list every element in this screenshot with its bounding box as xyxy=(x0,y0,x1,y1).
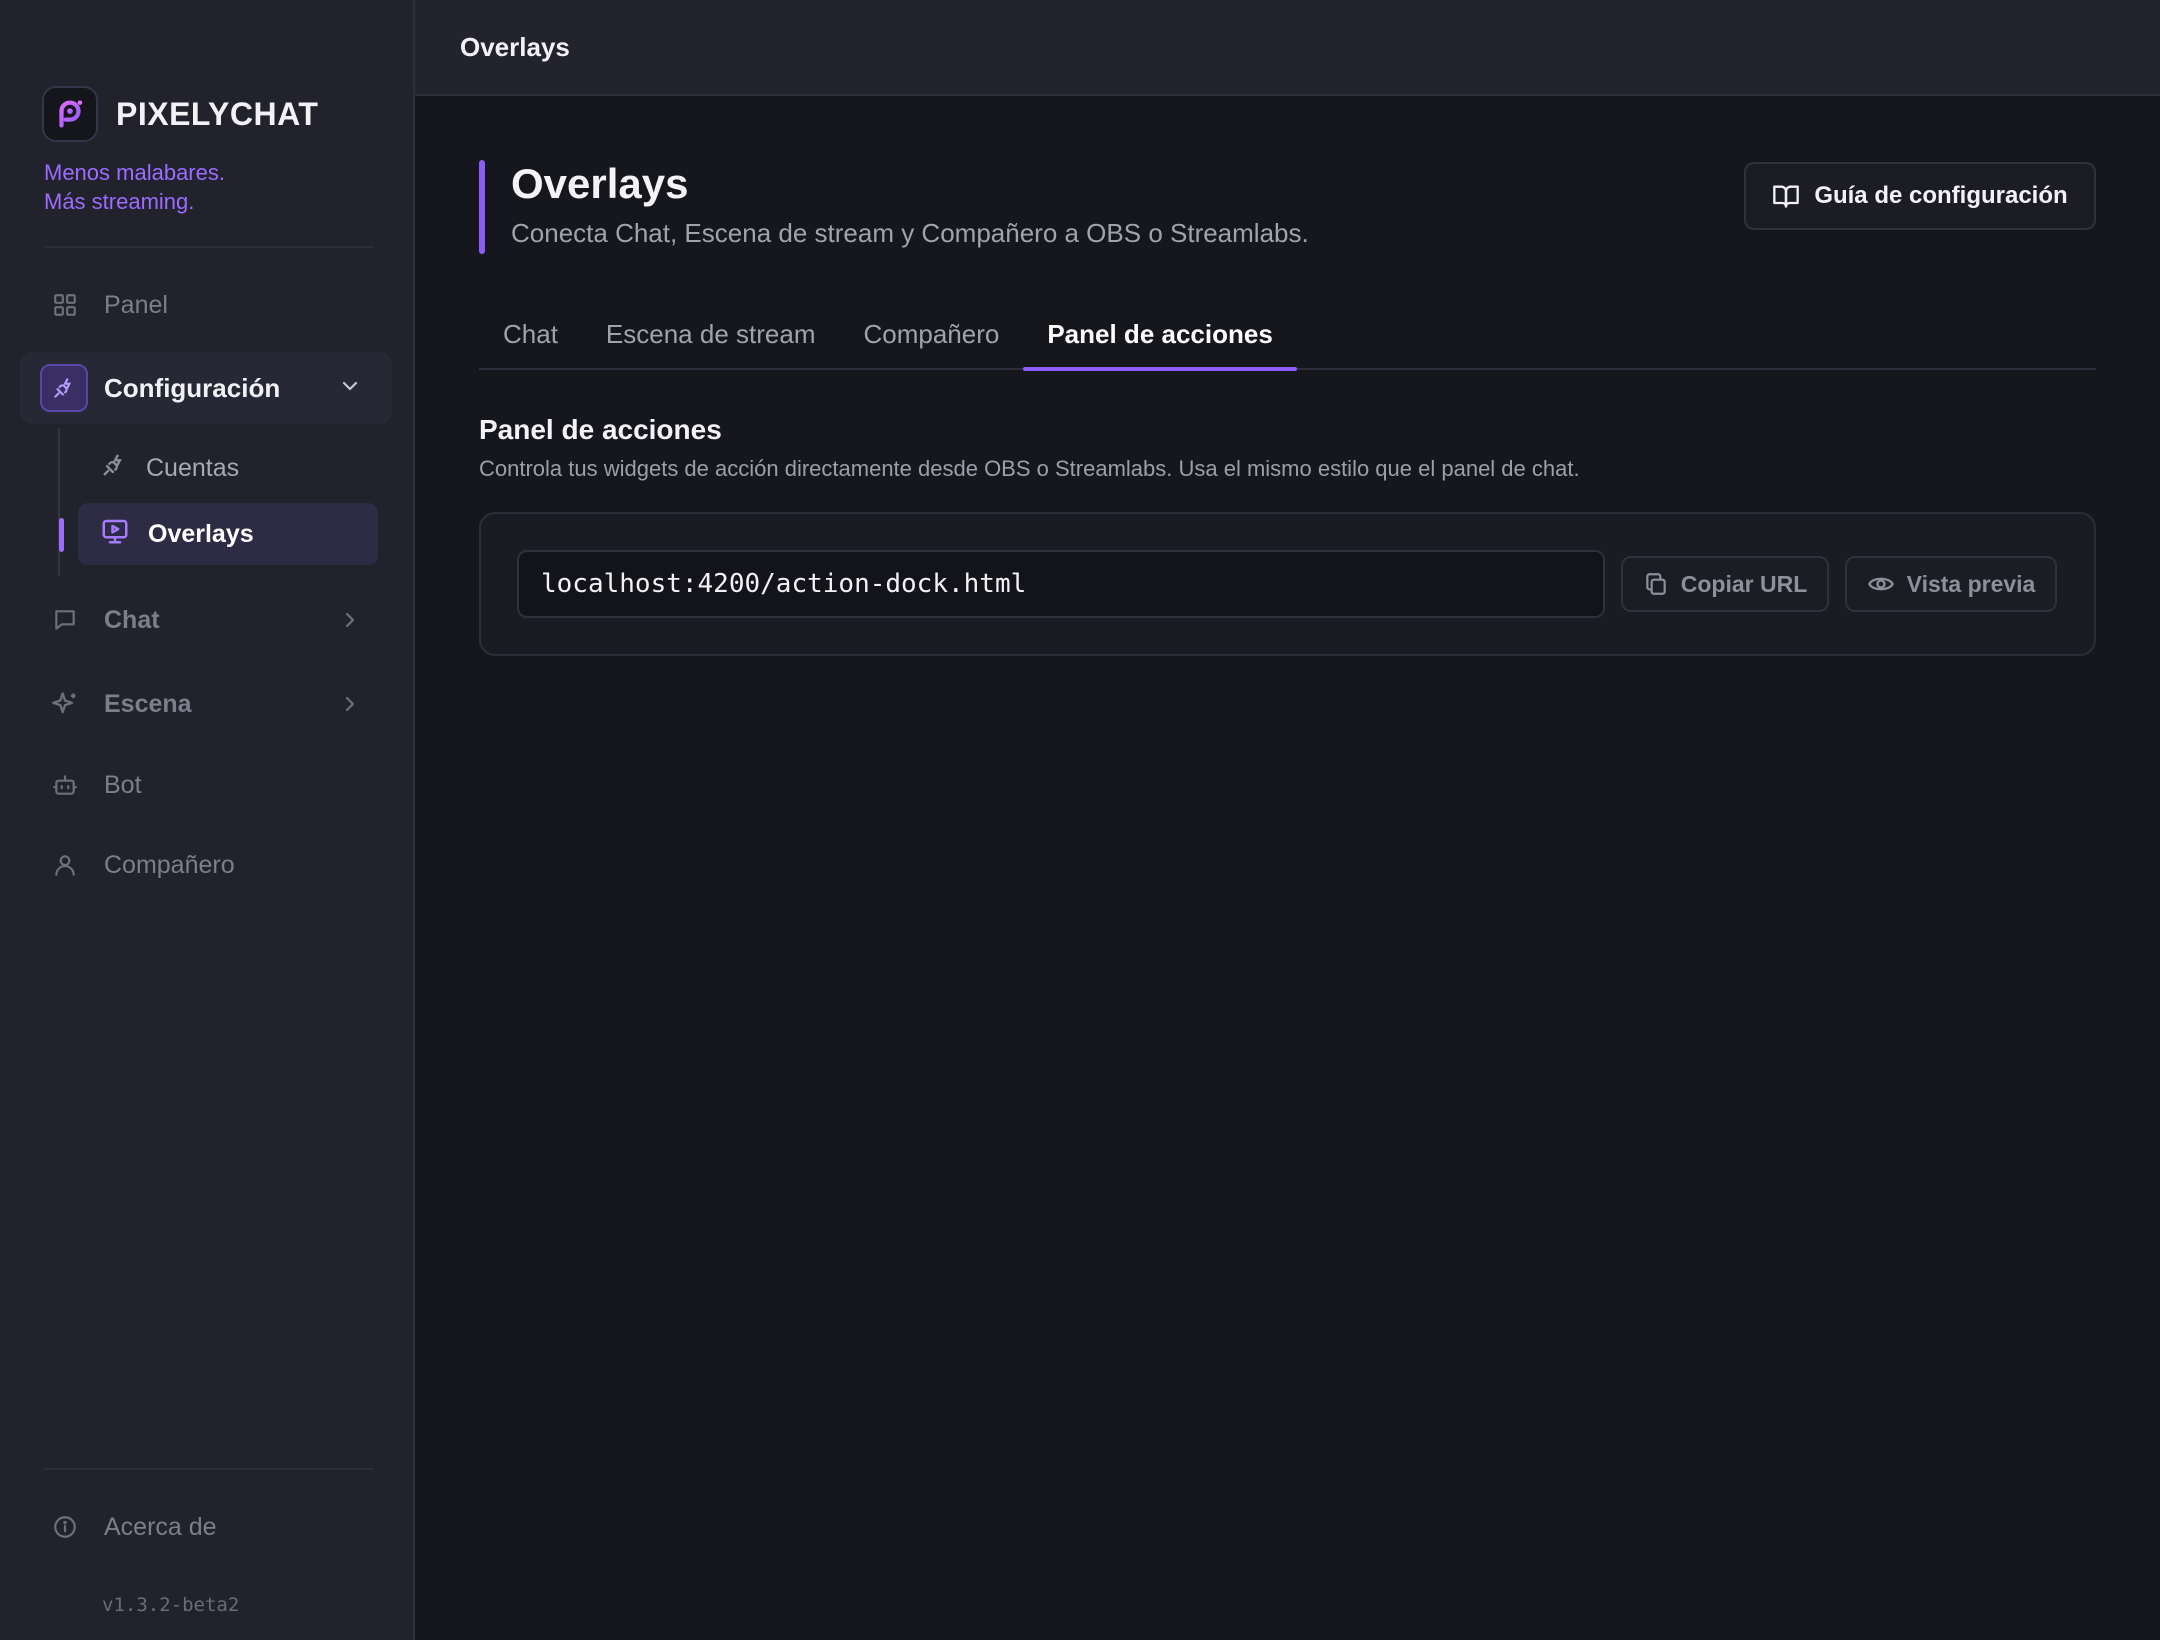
sidebar-item-label: Compañero xyxy=(104,850,235,879)
topbar: Overlays xyxy=(415,0,2160,96)
sidebar-item-label: Panel xyxy=(104,290,168,319)
sidebar-item-label: Chat xyxy=(104,605,160,634)
setup-guide-label: Guía de configuración xyxy=(1814,182,2068,209)
sidebar-divider xyxy=(44,246,374,248)
tagline: Menos malabares. Más streaming. xyxy=(44,158,225,216)
sidebar-item-bot[interactable]: Bot xyxy=(20,751,392,819)
setup-guide-button[interactable]: Guía de configuración xyxy=(1744,162,2096,230)
tab-escena-de-stream[interactable]: Escena de stream xyxy=(582,300,840,368)
preview-button[interactable]: Vista previa xyxy=(1845,556,2057,612)
eye-icon xyxy=(1867,577,1894,591)
section-description: Controla tus widgets de acción directame… xyxy=(479,456,1580,481)
topbar-title: Overlays xyxy=(460,31,570,62)
tab-panel-de-acciones[interactable]: Panel de acciones xyxy=(1023,300,1298,371)
chevron-right-icon xyxy=(345,696,355,712)
sidebar-item-label: Configuración xyxy=(104,372,281,403)
info-icon xyxy=(50,1512,80,1542)
overlay-tabs: Chat Escena de stream Compañero Panel de… xyxy=(479,300,2096,371)
page-subtitle: Conecta Chat, Escena de stream y Compañe… xyxy=(511,218,1309,248)
copy-icon xyxy=(1646,573,1666,595)
app-window: PIXELYCHAT Menos malabares. Más streamin… xyxy=(0,0,2160,1640)
sidebar-item-escena[interactable]: Escena xyxy=(20,670,392,738)
sidebar-item-panel[interactable]: Panel xyxy=(20,271,392,339)
brand[interactable]: PIXELYCHAT xyxy=(42,86,318,142)
brand-name: PIXELYCHAT xyxy=(116,95,319,132)
sidebar-item-label: Bot xyxy=(104,770,142,799)
message-square-icon xyxy=(50,605,80,635)
sidebar-subitem-label: Overlays xyxy=(148,519,254,548)
submenu-guide-line xyxy=(58,428,60,576)
plug-icon xyxy=(100,451,128,486)
pixelychat-logo-icon xyxy=(42,86,98,142)
chevron-down-icon xyxy=(342,381,358,391)
tab-companero[interactable]: Compañero xyxy=(839,300,1023,368)
sidebar-subitem-overlays[interactable]: Overlays xyxy=(78,503,378,565)
sidebar-item-acerca-de[interactable]: Acerca de xyxy=(20,1493,392,1561)
submenu-active-indicator xyxy=(59,518,64,552)
preview-label: Vista previa xyxy=(1906,570,2036,597)
sidebar-subitem-cuentas[interactable]: Cuentas xyxy=(78,437,378,499)
app-version: v1.3.2-beta2 xyxy=(102,1594,240,1616)
sidebar-item-label: Escena xyxy=(104,689,192,718)
tab-chat[interactable]: Chat xyxy=(479,300,582,368)
tagline-line-1: Menos malabares. xyxy=(44,160,225,185)
chevron-right-icon xyxy=(345,612,355,628)
user-icon xyxy=(50,850,80,880)
sidebar: PIXELYCHAT Menos malabares. Más streamin… xyxy=(0,0,415,1640)
bot-icon xyxy=(50,770,80,800)
sidebar-subitem-label: Cuentas xyxy=(146,453,240,482)
grid-icon xyxy=(50,290,80,320)
sidebar-item-chat[interactable]: Chat xyxy=(20,586,392,654)
copy-url-label: Copiar URL xyxy=(1680,570,1808,597)
sidebar-item-companero[interactable]: Compañero xyxy=(20,831,392,899)
tagline-line-2: Más streaming. xyxy=(44,189,195,214)
sparkles-icon xyxy=(50,689,80,719)
copy-url-button[interactable]: Copiar URL xyxy=(1621,556,1829,612)
sidebar-divider xyxy=(44,1468,374,1470)
book-open-icon xyxy=(1773,185,1800,208)
section-title: Panel de acciones xyxy=(479,414,722,445)
monitor-play-icon xyxy=(100,516,130,553)
sidebar-item-label: Acerca de xyxy=(104,1512,217,1541)
sidebar-item-configuracion[interactable]: Configuración xyxy=(20,352,392,424)
main-content: Overlays Overlays Conecta Chat, Escena d… xyxy=(415,0,2160,1640)
overlay-url-card: Copiar URL Vista previa xyxy=(479,512,2096,656)
page-title: Overlays xyxy=(511,160,689,207)
plug-icon xyxy=(40,364,88,412)
header-accent-bar xyxy=(479,160,485,254)
overlay-url-input[interactable] xyxy=(517,550,1605,618)
